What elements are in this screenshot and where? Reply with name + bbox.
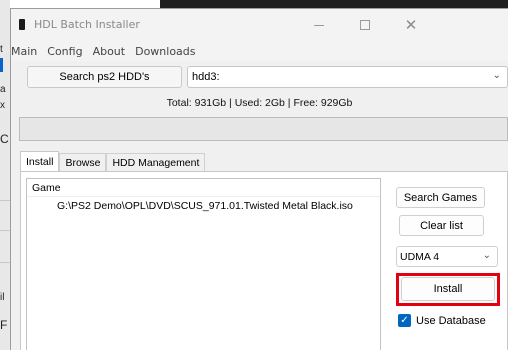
maximize-icon — [360, 20, 370, 30]
game-file-list[interactable]: Game G:\PS2 Demo\OPL\DVD\SCUS_971.01.Twi… — [26, 178, 381, 350]
use-database-option[interactable]: ✓ Use Database — [398, 314, 486, 327]
install-tab-panel: Game G:\PS2 Demo\OPL\DVD\SCUS_971.01.Twi… — [20, 171, 508, 350]
use-database-label: Use Database — [416, 314, 486, 327]
background-divider — [0, 230, 10, 231]
minimize-icon — [314, 24, 324, 26]
background-text: C — [0, 132, 9, 146]
clear-list-button[interactable]: Clear list — [399, 215, 484, 236]
menu-config[interactable]: Config — [42, 45, 87, 58]
chevron-down-icon: ⌄ — [482, 250, 491, 261]
udma-select-value: UDMA 4 — [400, 250, 440, 263]
menu-about[interactable]: About — [88, 45, 131, 58]
background-text: x — [0, 100, 5, 111]
minimize-button[interactable] — [296, 9, 342, 41]
desktop-background — [160, 0, 508, 8]
hdd-select[interactable]: hdd3: ⌄ — [187, 66, 508, 88]
background-selection — [0, 58, 3, 72]
menu-main[interactable]: Main — [11, 45, 42, 58]
title-bar[interactable]: HDL Batch Installer ✕ — [11, 9, 508, 41]
use-database-checkbox[interactable]: ✓ — [398, 314, 411, 327]
background-divider — [0, 262, 10, 263]
menu-downloads[interactable]: Downloads — [130, 45, 200, 58]
background-divider — [0, 200, 10, 201]
maximize-button[interactable] — [342, 9, 388, 41]
udma-mode-select[interactable]: UDMA 4 ⌄ — [396, 246, 498, 267]
install-button[interactable]: Install — [401, 277, 495, 301]
close-icon: ✕ — [404, 15, 418, 34]
tab-strip: Install Browse HDD Management — [20, 151, 206, 172]
tab-install[interactable]: Install — [20, 151, 60, 172]
tab-hdd-management[interactable]: HDD Management — [106, 153, 206, 172]
chevron-down-icon: ⌄ — [492, 70, 501, 81]
tab-browse[interactable]: Browse — [59, 153, 107, 172]
list-item[interactable]: G:\PS2 Demo\OPL\DVD\SCUS_971.01.Twisted … — [27, 197, 380, 214]
background-text: F — [0, 318, 8, 332]
progress-bar — [19, 117, 508, 141]
hdd-select-value: hdd3: — [192, 71, 220, 83]
background-window: t a x C il F — [0, 0, 10, 350]
menu-bar: Main Config About Downloads — [11, 41, 508, 61]
list-column-header[interactable]: Game — [27, 179, 380, 197]
search-ps2-hdd-button[interactable]: Search ps2 HDD's — [27, 66, 182, 88]
checkmark-icon: ✓ — [400, 314, 409, 326]
background-text: t — [0, 44, 3, 55]
background-text: a — [0, 84, 6, 95]
search-games-button[interactable]: Search Games — [396, 187, 485, 208]
close-button[interactable]: ✕ — [388, 9, 434, 41]
app-icon — [19, 19, 25, 30]
disk-usage-status: Total: 931Gb | Used: 2Gb | Free: 929Gb — [166, 97, 353, 109]
main-window: HDL Batch Installer ✕ Main Config About … — [10, 8, 508, 350]
window-title: HDL Batch Installer — [34, 18, 140, 31]
background-text: il — [0, 292, 5, 303]
